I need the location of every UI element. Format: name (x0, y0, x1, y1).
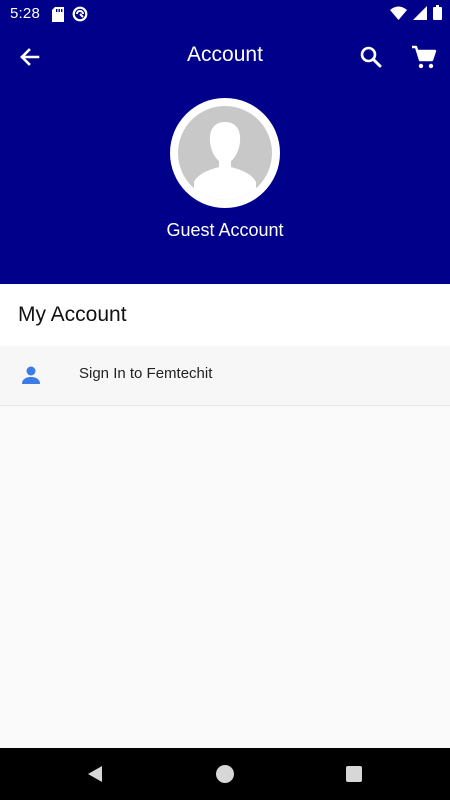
status-left-icons (52, 6, 88, 22)
nav-home-icon[interactable] (216, 765, 234, 783)
profile-name: Guest Account (166, 220, 284, 240)
my-account-header: My Account (0, 284, 450, 346)
avatar[interactable] (170, 98, 280, 208)
account-content: My Account Sign In to Femtechit (0, 284, 450, 748)
back-arrow-icon (20, 48, 40, 66)
avatar-placeholder (178, 106, 272, 200)
person-silhouette-icon (194, 122, 256, 200)
search-icon (360, 46, 382, 68)
status-bar: 5:28 (0, 0, 450, 28)
person-icon (22, 366, 40, 384)
cart-button[interactable] (409, 42, 439, 72)
profile-header: Guest Account (0, 84, 450, 284)
search-button[interactable] (356, 42, 386, 72)
cart-icon (412, 45, 437, 69)
sign-in-label: Sign In to Femtechit (79, 365, 213, 382)
system-nav-bar (0, 748, 450, 800)
status-time: 5:28 (10, 5, 40, 22)
sync-icon (72, 6, 88, 22)
battery-icon (433, 5, 442, 20)
section-title: My Account (18, 303, 127, 326)
nav-back-icon[interactable] (85, 764, 105, 784)
app-bar: Account (0, 28, 450, 84)
nav-recents-icon[interactable] (346, 766, 362, 782)
back-button[interactable] (14, 42, 44, 72)
signal-icon (413, 5, 427, 20)
wifi-icon (390, 6, 407, 20)
sd-card-icon (52, 6, 64, 22)
sign-in-list-item[interactable]: Sign In to Femtechit (0, 346, 450, 406)
status-right-icons (390, 5, 442, 20)
